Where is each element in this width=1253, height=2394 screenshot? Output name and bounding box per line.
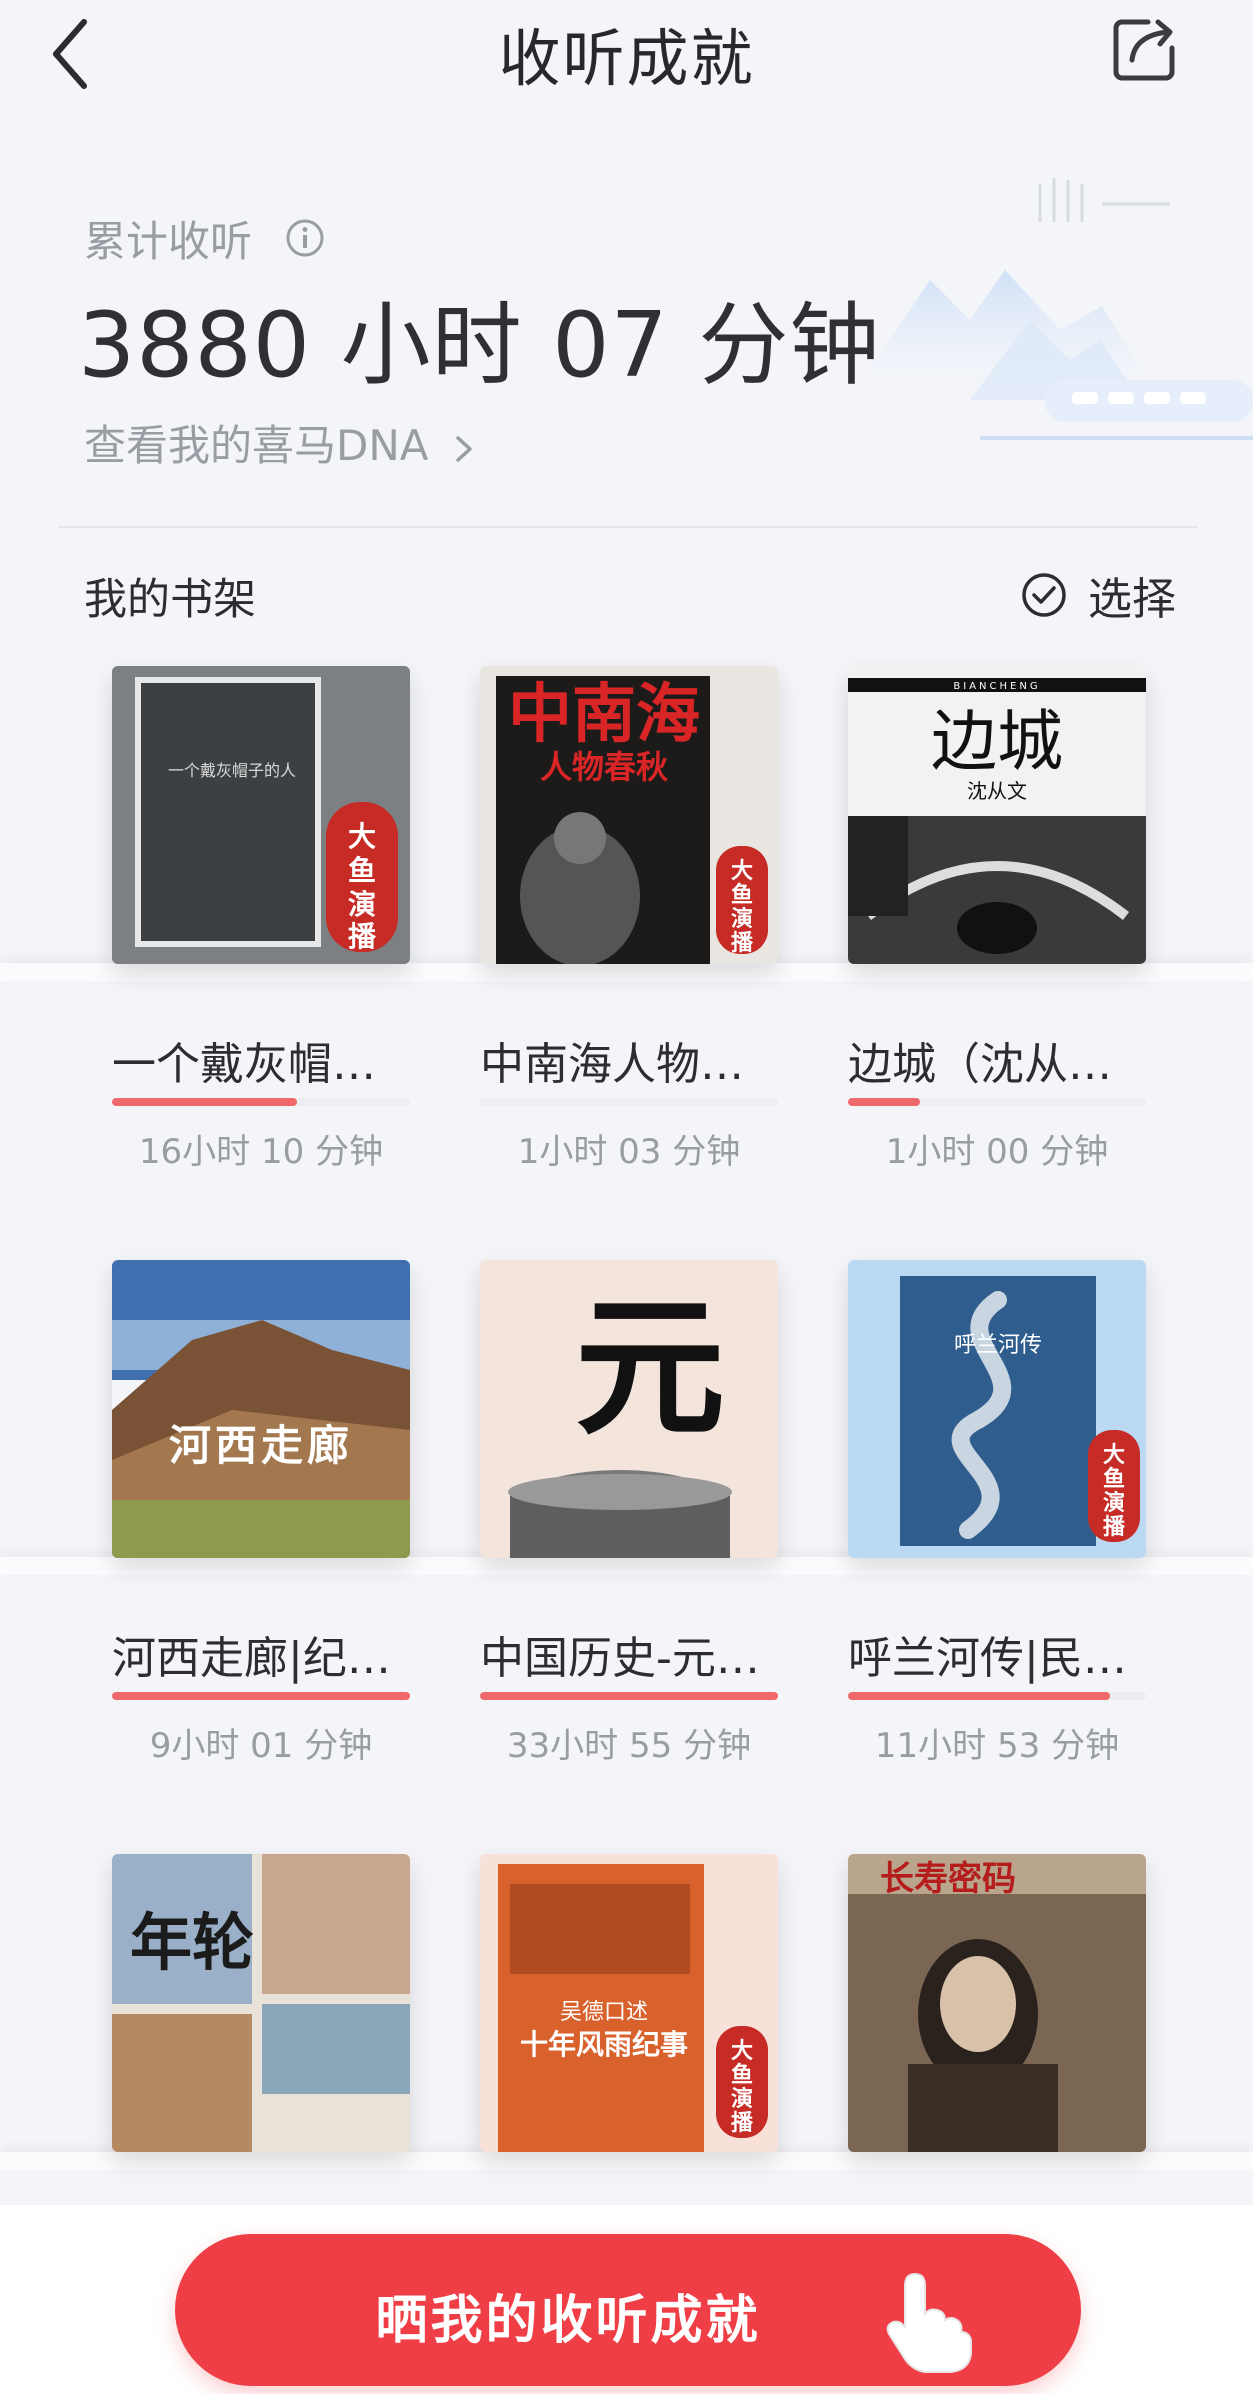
svg-text:长寿密码: 长寿密码 [880, 1859, 1016, 1899]
svg-text:呼兰河传: 呼兰河传 [954, 1333, 1042, 1358]
listen-time: 9小时 01 分钟 [149, 1726, 373, 1766]
listen-time: 16小时 10 分钟 [138, 1132, 384, 1172]
info-icon[interactable] [285, 218, 325, 258]
listen-time: 33小时 55 分钟 [506, 1726, 752, 1766]
chevron-right-icon [456, 435, 472, 462]
share-button[interactable] [1108, 14, 1180, 86]
svg-text:沈从文: 沈从文 [967, 779, 1027, 803]
book-title: 呼兰河传|民… [848, 1633, 1127, 1684]
pointing-hand-icon [886, 2272, 972, 2373]
svg-text:一个戴灰帽子的人: 一个戴灰帽子的人 [168, 761, 296, 780]
book-cover: 呼兰河传 大鱼演播 [848, 1260, 1146, 1558]
progress-bar [480, 1098, 778, 1106]
dna-link-label: 查看我的喜马DNA [84, 421, 429, 470]
page-title: 收听成就 [498, 22, 755, 95]
share-achievement-label: 晒我的收听成就 [375, 2291, 761, 2351]
svg-text:BIANCHENG: BIANCHENG [953, 681, 1040, 692]
book-cover: 年轮 [112, 1854, 410, 2152]
svg-text:十年风雨纪事: 十年风雨纪事 [520, 2028, 688, 2061]
svg-text:年轮: 年轮 [130, 1906, 254, 1979]
top-bar: 收听成就 [0, 0, 1253, 110]
book-cover: 吴德口述 十年风雨纪事 大鱼演播 [480, 1854, 778, 2152]
book-cover: 元 [480, 1260, 778, 1558]
svg-text:大鱼演播: 大鱼演播 [731, 2039, 754, 2136]
shelf-divider [0, 963, 1253, 981]
svg-text:人物春秋: 人物春秋 [540, 748, 668, 786]
divider [58, 526, 1198, 528]
svg-text:大鱼演播: 大鱼演播 [731, 859, 754, 956]
svg-text:河西走廊: 河西走廊 [169, 1421, 353, 1470]
listen-time: 1小时 00 分钟 [885, 1132, 1109, 1172]
book-cover: 长寿密码 [848, 1854, 1146, 2152]
share-icon [1113, 19, 1175, 81]
book-cover: 河西走廊 [112, 1260, 410, 1558]
share-achievement-button[interactable]: 晒我的收听成就 [175, 2234, 1081, 2386]
book-title: 中国历史-元… [480, 1633, 760, 1684]
book-title: 河西走廊|纪… [112, 1633, 391, 1684]
book-title: 中南海人物… [480, 1039, 744, 1090]
svg-text:大鱼演播: 大鱼演播 [1103, 1443, 1126, 1540]
shelf-divider [0, 2152, 1253, 2170]
progress-bar [112, 1098, 410, 1106]
svg-text:大鱼演播: 大鱼演播 [348, 820, 377, 953]
book-title: 边城（沈从… [848, 1039, 1112, 1090]
select-button[interactable]: 选择 [1020, 560, 1176, 630]
book-cover: BIANCHENG 边城 沈从文 [848, 666, 1146, 964]
listen-time: 11小时 53 分钟 [874, 1726, 1120, 1766]
shelf-divider [0, 1557, 1253, 1575]
progress-bar [848, 1098, 1146, 1106]
book-cover: 一个戴灰帽子的人 大鱼演播 [112, 666, 410, 964]
svg-text:边城: 边城 [931, 703, 1063, 780]
svg-text:中南海: 中南海 [508, 678, 700, 752]
check-circle-icon [1022, 573, 1066, 617]
dna-link[interactable]: 查看我的喜马DNA [84, 412, 476, 473]
progress-bar [112, 1692, 410, 1700]
svg-text:元: 元 [575, 1282, 725, 1456]
progress-bar [848, 1692, 1146, 1700]
select-label: 选择 [1088, 574, 1176, 625]
shelf-title: 我的书架 [84, 575, 256, 625]
book-title: 一个戴灰帽… [112, 1039, 376, 1090]
listen-time: 1小时 03 分钟 [517, 1132, 741, 1172]
mountain-train-illustration [850, 178, 1253, 440]
progress-bar [480, 1692, 778, 1700]
svg-text:吴德口述: 吴德口述 [560, 2000, 648, 2025]
total-listen-time: 3880 小时 07 分钟 [78, 293, 881, 398]
book-cover: 中南海 人物春秋 大鱼演播 [480, 666, 778, 964]
total-listen-label: 累计收听 [84, 217, 253, 266]
